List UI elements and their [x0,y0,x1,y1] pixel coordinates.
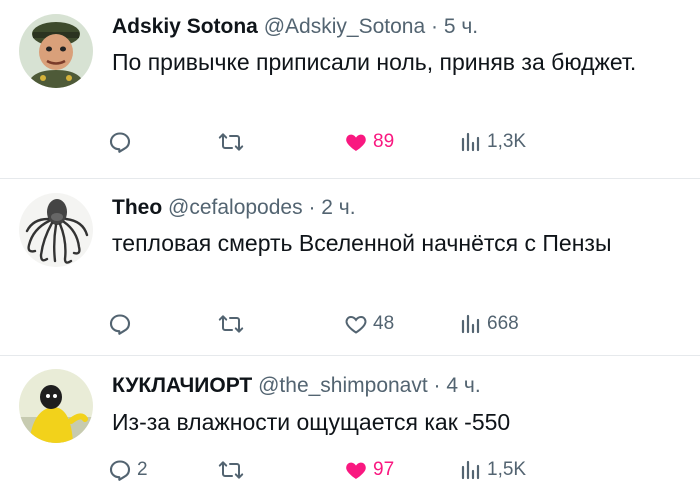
retweet-button[interactable] [218,128,249,156]
avatar[interactable] [19,369,93,443]
retweet-icon [218,461,244,479]
tweet[interactable]: КУКЛАЧИОРТ @the_shimponavt · 4 ч. Из-за … [0,356,700,501]
cartoon-general-avatar-icon [19,14,93,88]
retweet-icon [218,315,244,333]
views-button[interactable]: 668 [460,310,519,338]
author-name[interactable]: Adskiy Sotona [112,15,258,38]
views-button[interactable]: 1,3K [460,128,526,156]
author-handle[interactable]: @the_shimponavt [258,374,428,397]
like-button[interactable]: 48 [344,310,394,338]
tweet-header: Adskiy Sotona @Adskiy_Sotona · 5 ч. [112,14,478,40]
tweet-text: По привычке приписали ноль, приняв за бю… [112,49,637,75]
reply-icon [109,460,131,481]
tweet-actions: 89 1,3K [108,128,668,156]
avatar[interactable] [19,14,93,88]
tweet-actions: 2 97 1,5K [108,456,668,484]
views-chart-icon [461,460,480,480]
tweet-header: КУКЛАЧИОРТ @the_shimponavt · 4 ч. [112,373,481,399]
separator-dot: · [430,15,438,38]
reply-icon [109,314,131,335]
tweet[interactable]: Adskiy Sotona @Adskiy_Sotona · 5 ч. По п… [0,0,700,178]
yellow-figure-avatar-icon [19,369,93,443]
separator-dot: · [308,196,316,219]
views-count: 1,5K [487,459,527,480]
heart-icon [345,315,367,334]
views-count: 1,3K [487,131,527,152]
separator-dot: · [433,374,441,397]
tweet-text: тепловая смерть Вселенной начнётся с Пен… [112,230,612,256]
reply-count: 2 [137,459,148,480]
reply-button[interactable] [108,310,137,338]
heart-icon [346,134,366,151]
heart-icon [346,462,366,479]
reply-icon [109,132,131,153]
like-count: 48 [373,313,395,334]
like-button[interactable]: 97 [344,456,394,484]
author-name[interactable]: КУКЛАЧИОРТ [112,374,252,397]
like-count: 89 [373,131,395,152]
octopus-drawing-avatar-icon [19,193,93,267]
retweet-button[interactable] [218,310,249,338]
timestamp[interactable]: 4 ч. [446,374,480,397]
avatar[interactable] [19,193,93,267]
author-name[interactable]: Theo [112,196,162,219]
retweet-button[interactable] [218,456,249,484]
like-count: 97 [373,459,395,480]
reply-button[interactable] [108,128,137,156]
tweet-header: Theo @cefalopodes · 2 ч. [112,195,356,221]
views-chart-icon [461,132,480,152]
timestamp[interactable]: 5 ч. [444,15,478,38]
views-count: 668 [487,313,519,334]
author-handle[interactable]: @cefalopodes [168,196,303,219]
author-handle[interactable]: @Adskiy_Sotona [264,15,425,38]
tweet-text: Из-за влажности ощущается как -550 [112,409,511,435]
views-chart-icon [461,314,480,334]
timestamp[interactable]: 2 ч. [321,196,355,219]
reply-button[interactable]: 2 [108,456,148,484]
retweet-icon [218,133,244,151]
tweet[interactable]: Theo @cefalopodes · 2 ч. тепловая смерть… [0,179,700,355]
views-button[interactable]: 1,5K [460,456,526,484]
like-button[interactable]: 89 [344,128,394,156]
tweet-feed: Adskiy Sotona @Adskiy_Sotona · 5 ч. По п… [0,0,700,501]
tweet-actions: 48 668 [108,310,668,338]
